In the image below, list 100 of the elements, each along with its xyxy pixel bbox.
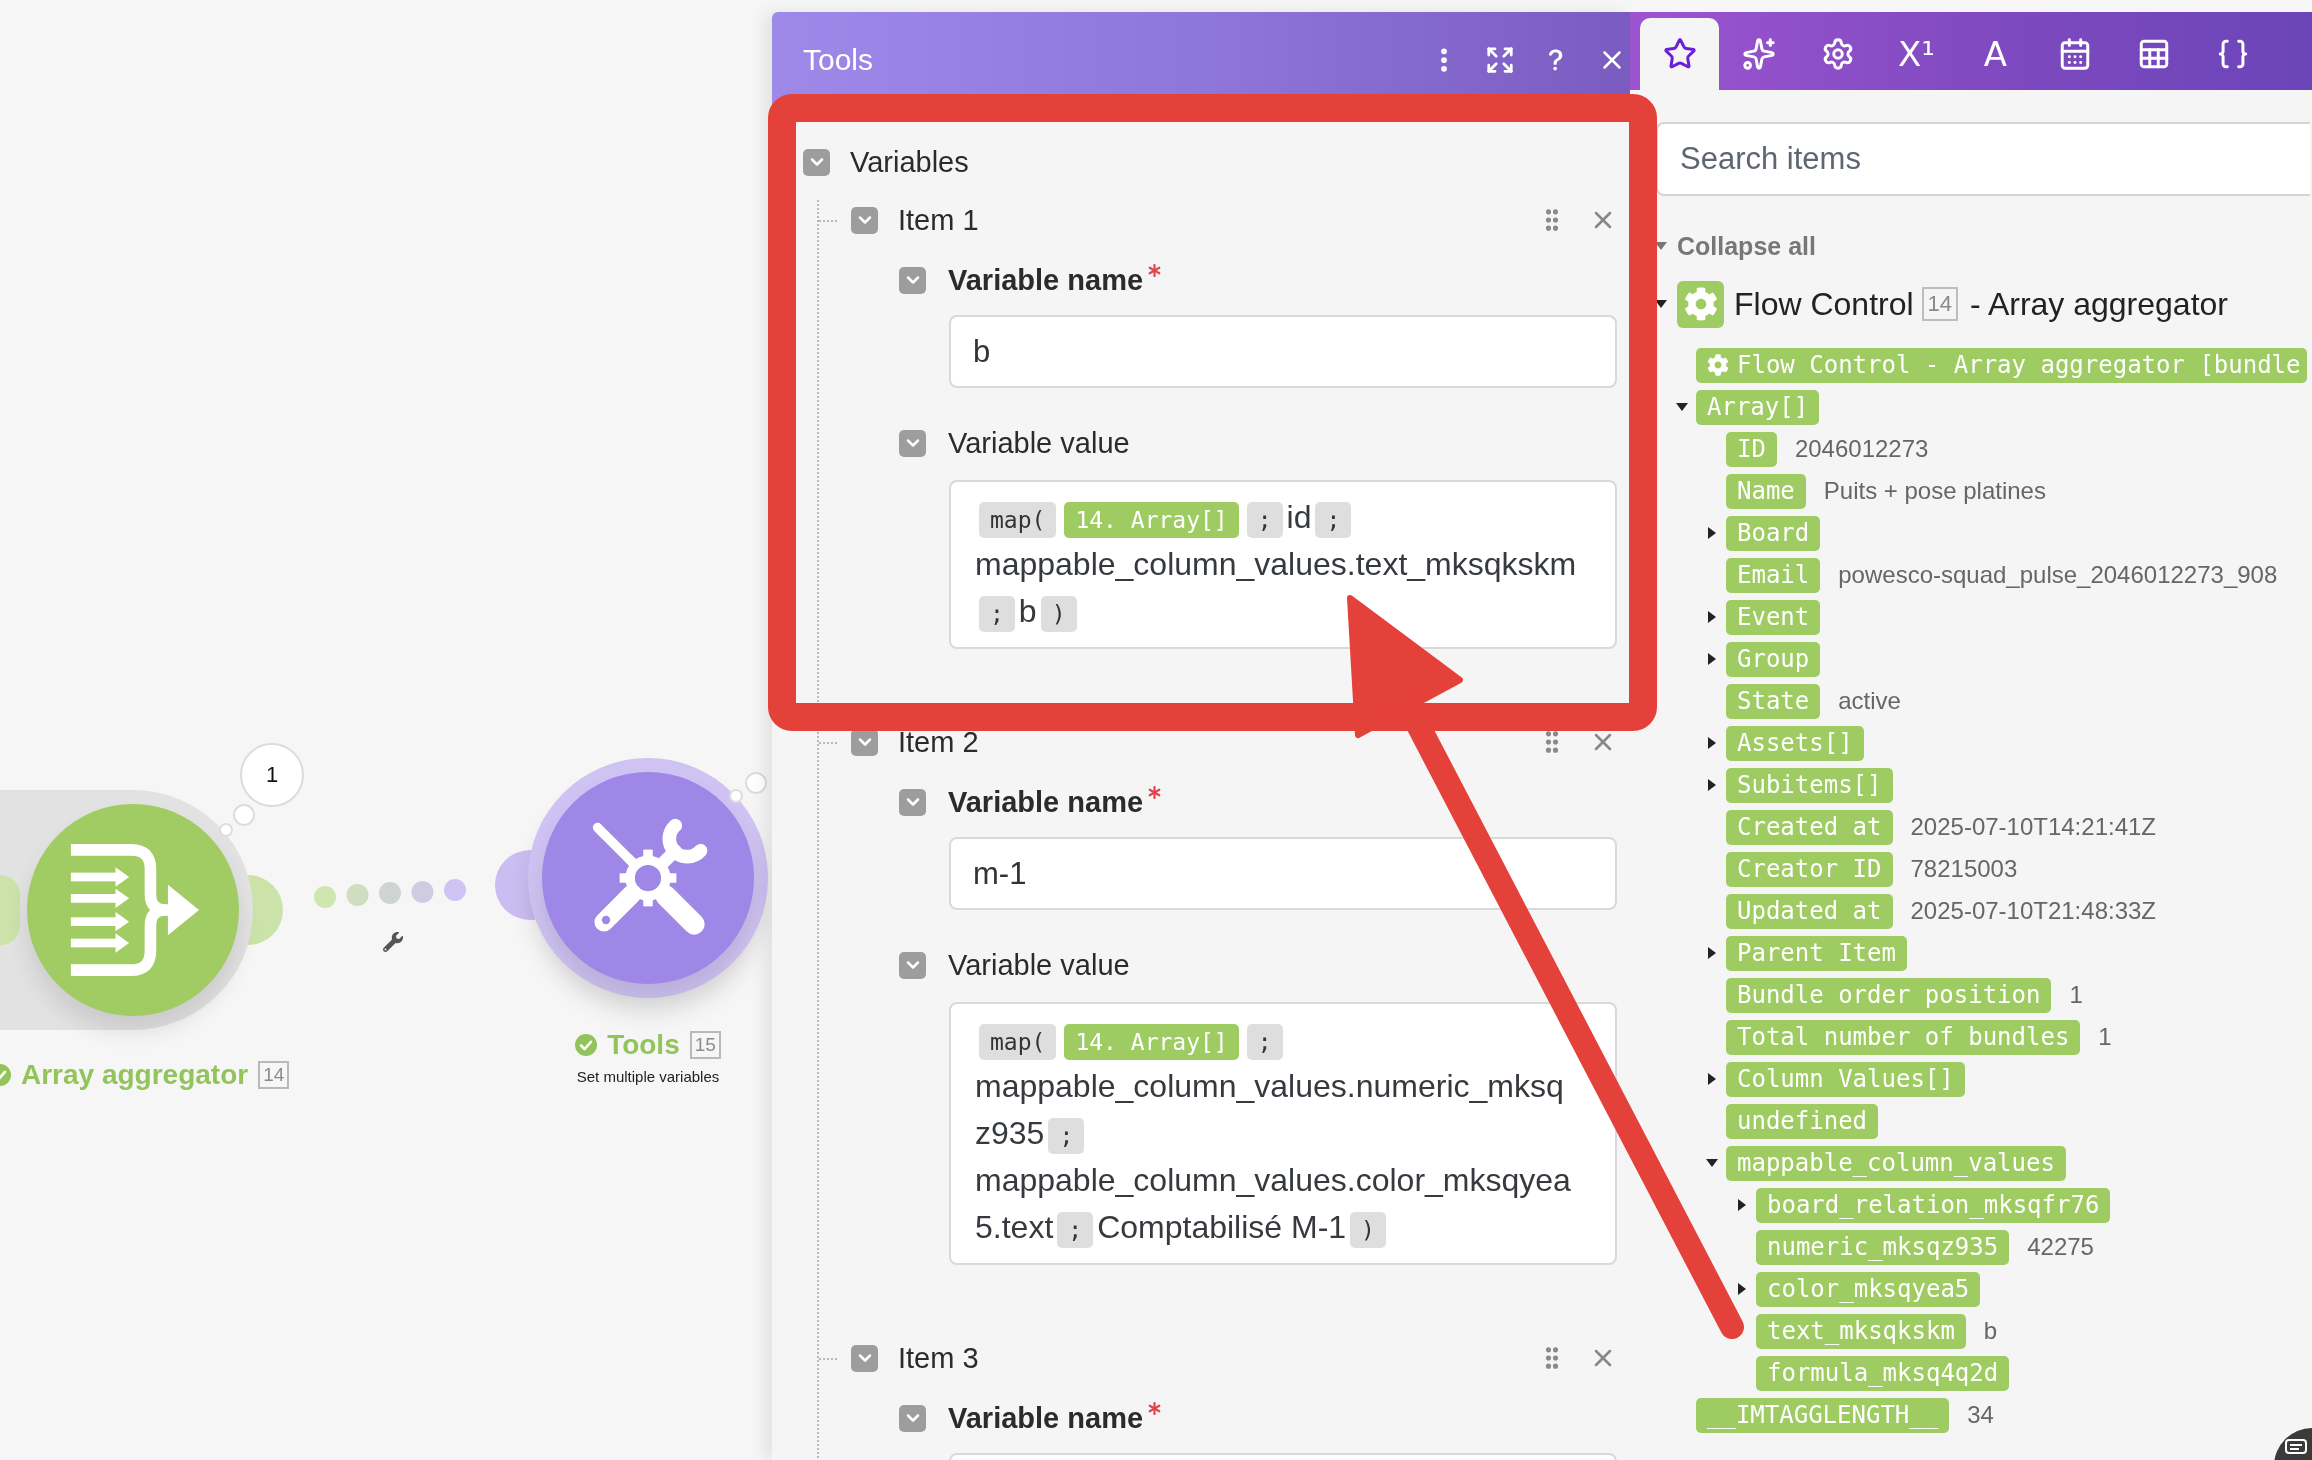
- collection-item[interactable]: Group: [1726, 641, 1821, 677]
- bundle-item[interactable]: Flow Control - Array aggregator [bundle: [1696, 347, 2307, 383]
- collapse-toggle[interactable]: [899, 429, 926, 457]
- separator-token: ;: [1315, 501, 1352, 538]
- collapse-toggle[interactable]: [899, 266, 926, 294]
- item-label: Item 1: [898, 203, 979, 237]
- caret-right-icon[interactable]: [1738, 1283, 1746, 1295]
- module-name: Tools: [607, 1029, 680, 1061]
- collection-item[interactable]: Board: [1726, 515, 1821, 551]
- field-item[interactable]: formula_mksq4q2d: [1756, 1355, 2010, 1391]
- collapse-toggle[interactable]: [851, 1344, 878, 1372]
- item-value: 34: [1967, 1401, 1994, 1429]
- caret-right-icon[interactable]: [1708, 653, 1716, 665]
- chat-icon[interactable]: [2272, 1426, 2312, 1460]
- module-number: 14: [1921, 287, 1959, 321]
- gear-icon: [1707, 354, 1729, 376]
- caret-right-icon[interactable]: [1708, 611, 1716, 623]
- separator-token: ;: [1246, 501, 1283, 538]
- item-value: 2046012273: [1794, 435, 1929, 463]
- app-name: Flow Control: [1734, 285, 1914, 323]
- collapse-all-link[interactable]: Collapse all: [1655, 229, 1816, 263]
- function-token: map(: [979, 501, 1057, 538]
- caret-right-icon[interactable]: [1708, 527, 1716, 539]
- item-value: 1: [2098, 1023, 2112, 1051]
- collapse-toggle[interactable]: [899, 788, 926, 816]
- field-item[interactable]: Total number of bundles: [1726, 1019, 2081, 1055]
- caret-down-icon[interactable]: [1706, 1159, 1718, 1167]
- collapse-toggle[interactable]: [899, 951, 926, 979]
- collection-item[interactable]: Array[]: [1696, 389, 1820, 425]
- caret-down-icon[interactable]: [1676, 403, 1688, 411]
- search-field[interactable]: Search items: [1656, 122, 2310, 196]
- separator-token: ): [1040, 595, 1077, 632]
- input-field[interactable]: b: [949, 315, 1617, 388]
- field-label: Variable name: [948, 263, 1144, 297]
- caret-right-icon[interactable]: [1708, 737, 1716, 749]
- panel-tab[interactable]: [1640, 18, 1719, 90]
- function-token: map(: [979, 1023, 1057, 1060]
- wrench-icon[interactable]: [383, 932, 403, 952]
- item-value: 1: [2069, 981, 2083, 1009]
- collapse-toggle[interactable]: [851, 206, 878, 234]
- caret-right-icon[interactable]: [1708, 779, 1716, 791]
- run-count[interactable]: 1: [240, 743, 304, 807]
- module-number: 15: [689, 1031, 721, 1059]
- item-value: 78215003: [1910, 855, 2018, 883]
- mapped-item-token: 14. Array[]: [1064, 501, 1239, 538]
- bubble-dots: [728, 771, 768, 804]
- connector-handle[interactable]: [0, 875, 20, 945]
- field-item[interactable]: text_mksqkskm: [1756, 1313, 1966, 1349]
- field-item[interactable]: undefined: [1726, 1103, 1879, 1139]
- formula-field[interactable]: map( 14. Array[] ; mappable_column_values.numeric_mksqz935 ; mappable_column_values.color_mksqyea5.text ; Comptabilisé M-1 ): [949, 1002, 1617, 1265]
- field-item[interactable]: Email: [1726, 557, 1821, 593]
- item-value: 2025-07-10T14:21:41Z: [1910, 813, 2156, 841]
- field-label: Variable value: [948, 426, 1130, 460]
- collection-item[interactable]: color_mksqyea5: [1756, 1271, 1981, 1307]
- formula-field[interactable]: map( 14. Array[] ; id ; mappable_column_values.text_mksqkskm ; b ): [949, 480, 1617, 649]
- panel-tab[interactable]: A: [1956, 18, 2035, 90]
- field-item[interactable]: State: [1726, 683, 1821, 719]
- separator-token: ;: [979, 595, 1015, 632]
- collapse-toggle[interactable]: [803, 148, 830, 176]
- collection-item[interactable]: Subitems[]: [1726, 767, 1893, 803]
- caret-right-icon[interactable]: [1708, 1073, 1716, 1085]
- expand-icon[interactable]: [1485, 45, 1515, 75]
- field-item[interactable]: Updated at: [1726, 893, 1893, 929]
- collection-item[interactable]: Parent Item: [1726, 935, 1907, 971]
- sparkles-icon: [1741, 37, 1776, 71]
- item-value: b: [1983, 1317, 1998, 1345]
- field-item[interactable]: Name: [1726, 473, 1806, 509]
- item-value: powesco-squad_pulse_2046012273_908: [1838, 561, 2278, 589]
- caret-right-icon[interactable]: [1708, 947, 1716, 959]
- panel-title: Tools: [803, 43, 874, 77]
- field-label: Variable value: [948, 948, 1130, 982]
- collection-item[interactable]: Assets[]: [1726, 725, 1864, 761]
- field-label: Variable name: [948, 1401, 1144, 1435]
- separator-token: ;: [1246, 1023, 1283, 1060]
- module-number: 14: [258, 1061, 290, 1089]
- gear-icon: [1677, 280, 1724, 328]
- separator-token: ;: [1057, 1211, 1094, 1248]
- field-item[interactable]: ID: [1726, 431, 1777, 467]
- module-name: Array aggregator: [21, 1059, 249, 1091]
- collection-item[interactable]: Column Values[]: [1726, 1061, 1965, 1097]
- collection-item[interactable]: board_relation_mksqfr76: [1756, 1187, 2111, 1223]
- field-item[interactable]: Bundle order position: [1726, 977, 2052, 1013]
- mapped-item-token: 14. Array[]: [1064, 1023, 1239, 1060]
- panel-tab[interactable]: X¹: [1877, 18, 1956, 90]
- star-icon: [1662, 37, 1697, 71]
- item-value: 2025-07-10T21:48:33Z: [1910, 897, 2156, 925]
- input-field[interactable]: m-1: [949, 837, 1617, 910]
- module-description: Set multiple variables: [576, 1068, 720, 1085]
- caret-down-icon: [1655, 242, 1667, 250]
- field-item[interactable]: __IMTAGGLENGTH__: [1696, 1397, 1950, 1433]
- caret-down-icon[interactable]: [1655, 300, 1667, 308]
- item-value: Puits + pose platines: [1823, 477, 2046, 505]
- item-label: Item 2: [898, 725, 979, 759]
- caret-right-icon[interactable]: [1738, 1199, 1746, 1211]
- collapse-toggle[interactable]: [899, 1404, 926, 1432]
- field-item[interactable]: Created at: [1726, 809, 1893, 845]
- field-item[interactable]: numeric_mksqz935: [1756, 1229, 2010, 1265]
- collection-item[interactable]: Event: [1726, 599, 1821, 635]
- collection-item[interactable]: mappable_column_values: [1726, 1145, 2066, 1181]
- field-item[interactable]: Creator ID: [1726, 851, 1893, 887]
